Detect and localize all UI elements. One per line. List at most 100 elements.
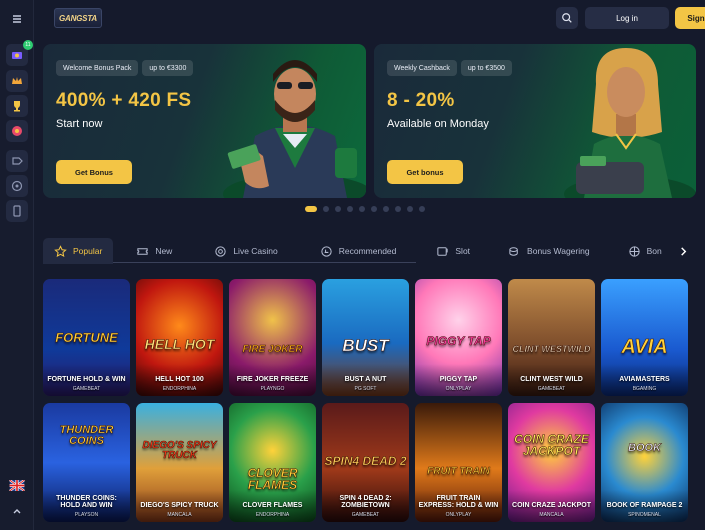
game-name: HELL HOT 100 [155,376,204,384]
carousel-dot[interactable] [419,206,425,212]
carousel-dot[interactable] [305,206,317,212]
game-card[interactable]: AVIA AVIAMASTERS BGAMING [601,279,688,396]
tab-new[interactable]: New [125,238,183,264]
game-provider: GAMEBEAT [72,386,101,392]
ticket-icon [12,52,22,59]
coins-icon [509,246,518,256]
sidebar-item-crown[interactable] [6,70,28,92]
game-name: DIEGO'S SPICY TRUCK [140,502,219,510]
game-provider: ENDORPHINA [255,512,290,518]
tab-label: Bon [646,246,662,256]
site-logo[interactable]: GANGSTA [54,8,102,28]
search-icon [562,13,572,23]
tab-bonus-wagering[interactable]: Bonus Wagering [497,238,601,264]
thumbs-icon [321,245,332,257]
game-name: BOOK OF RAMPAGE 2 [606,502,683,510]
game-provider: GAMEBEAT [351,512,380,518]
game-card[interactable]: BOOK BOOK OF RAMPAGE 2 SPINOMENAL [601,403,688,522]
sidebar-item-promo[interactable] [6,150,28,172]
weekly-cashback-banner[interactable]: Weekly Cashback up to €3500 8 - 20% Avai… [374,44,696,198]
tab-popular[interactable]: Popular [43,238,114,264]
bonus-amount-tag: up to €3300 [142,60,194,76]
collapse-icon[interactable] [6,500,28,522]
tab-live-casino[interactable]: Live Casino [203,238,288,264]
carousel-dot[interactable] [383,206,389,212]
game-provider: MANCALA [539,512,564,518]
banner-headline: 8 - 20% [387,90,455,111]
carousel-dot[interactable] [323,206,329,212]
carousel-dot[interactable] [335,206,341,212]
bonus-amount-tag: up to €3500 [460,60,512,76]
game-art-title: HELL HOT [144,336,215,352]
game-card[interactable]: CLINT WESTWILD CLINT WEST WILD GAMEBEAT [508,279,595,396]
bonus-type-tag: Welcome Bonus Pack [56,60,139,76]
game-art-title: THUNDER COINS [59,424,114,447]
top-bar: GANGSTA Log in Sign up [34,0,705,36]
tabs-next-arrow[interactable] [676,244,690,258]
game-name: FRUIT TRAIN EXPRESS: HOLD & WIN [418,494,499,510]
game-name: BUST A NUT [344,376,387,384]
game-art-title: FIRE JOKER [242,344,303,355]
game-provider: PLAYNGO [260,386,285,392]
sidebar-item-wheel[interactable] [6,120,28,142]
game-name: FIRE JOKER FREEZE [236,376,309,384]
tab-bon[interactable]: Bon [617,238,673,264]
tab-label: New [155,246,173,256]
game-card[interactable]: THUNDER COINS THUNDER COINS: HOLD AND WIN… [43,403,130,522]
game-card[interactable]: FRUIT TRAIN FRUIT TRAIN EXPRESS: HOLD & W… [415,403,502,522]
carousel-dot[interactable] [371,206,377,212]
game-name: FORTUNE HOLD & WIN [47,376,126,384]
game-provider: ONLYPLAY [445,512,472,518]
carousel-dot[interactable] [359,206,365,212]
get-bonus-button[interactable]: Get Bonus [56,160,132,184]
bonus-type-tag: Weekly Cashback [387,60,457,76]
game-provider: MANCALA [167,512,192,518]
game-card[interactable]: COIN CRAZE JACKPOT COIN CRAZE JACKPOT MANC… [508,403,595,522]
game-provider: SPINOMENAL [628,512,661,518]
game-card[interactable]: FORTUNE FORTUNE HOLD & WIN GAMEBEAT [43,279,130,396]
tab-slot[interactable]: Slot [425,238,481,264]
carousel-dot[interactable] [407,206,413,212]
banner-subline: Start now [56,118,103,130]
game-card[interactable]: BUST BUST A NUT PG SOFT [322,279,409,396]
game-art-title: AVIA [621,336,668,358]
get-bonus-button[interactable]: Get bonus [387,160,463,184]
game-art-title: CLOVER FLAMES [247,466,298,492]
language-selector[interactable] [6,474,28,496]
game-card[interactable]: SPIN4 DEAD 2 SPIN 4 DEAD 2: ZOMBIETOWN GAM… [322,403,409,522]
menu-icon[interactable] [6,8,28,30]
game-card[interactable]: DIEGO'S SPICY TRUCK DIEGO'S SPICY TRUCK MA… [136,403,223,522]
sidebar-item-info[interactable] [6,200,28,222]
tab-recommended[interactable]: Recommended [309,238,408,264]
game-card[interactable]: PIGGY TAP PIGGY TAP ONLYPLAY [415,279,502,396]
carousel-dot[interactable] [395,206,401,212]
uk-flag-icon [9,479,25,491]
login-button[interactable]: Log in [585,7,669,29]
game-name: AVIAMASTERS [619,376,670,384]
signup-button[interactable]: Sign up [675,7,705,29]
phone-icon [13,205,21,217]
ticket-icon [137,247,148,255]
game-art-title: PIGGY TAP [426,334,491,348]
sidebar: 11 [0,0,34,530]
sidebar-item-support[interactable] [6,175,28,197]
badge: 11 [23,40,33,50]
carousel-dot[interactable] [347,206,353,212]
game-card[interactable]: CLOVER FLAMES CLOVER FLAMES ENDORPHINA [229,403,316,522]
search-button[interactable] [556,7,578,29]
game-provider: ONLYPLAY [445,386,472,392]
game-art-title: FRUIT TRAIN [427,466,490,477]
game-card[interactable]: HELL HOT HELL HOT 100 ENDORPHINA [136,279,223,396]
welcome-bonus-banner[interactable]: Welcome Bonus Pack up to €3300 400% + 42… [43,44,366,198]
tab-label: Live Casino [233,246,278,256]
game-provider: PG SOFT [354,386,377,392]
star-icon [54,244,67,257]
game-provider: ENDORPHINA [162,386,197,392]
tab-label: Popular [73,246,103,256]
woman-character-image [564,48,696,198]
game-art-title: CLINT WESTWILD [512,344,591,354]
sidebar-item-lottery[interactable]: 11 [6,40,33,66]
game-art-title: DIEGO'S SPICY TRUCK [142,440,217,461]
game-card[interactable]: FIRE JOKER FIRE JOKER FREEZE PLAYNGO [229,279,316,396]
sidebar-item-tournaments[interactable] [6,95,28,117]
